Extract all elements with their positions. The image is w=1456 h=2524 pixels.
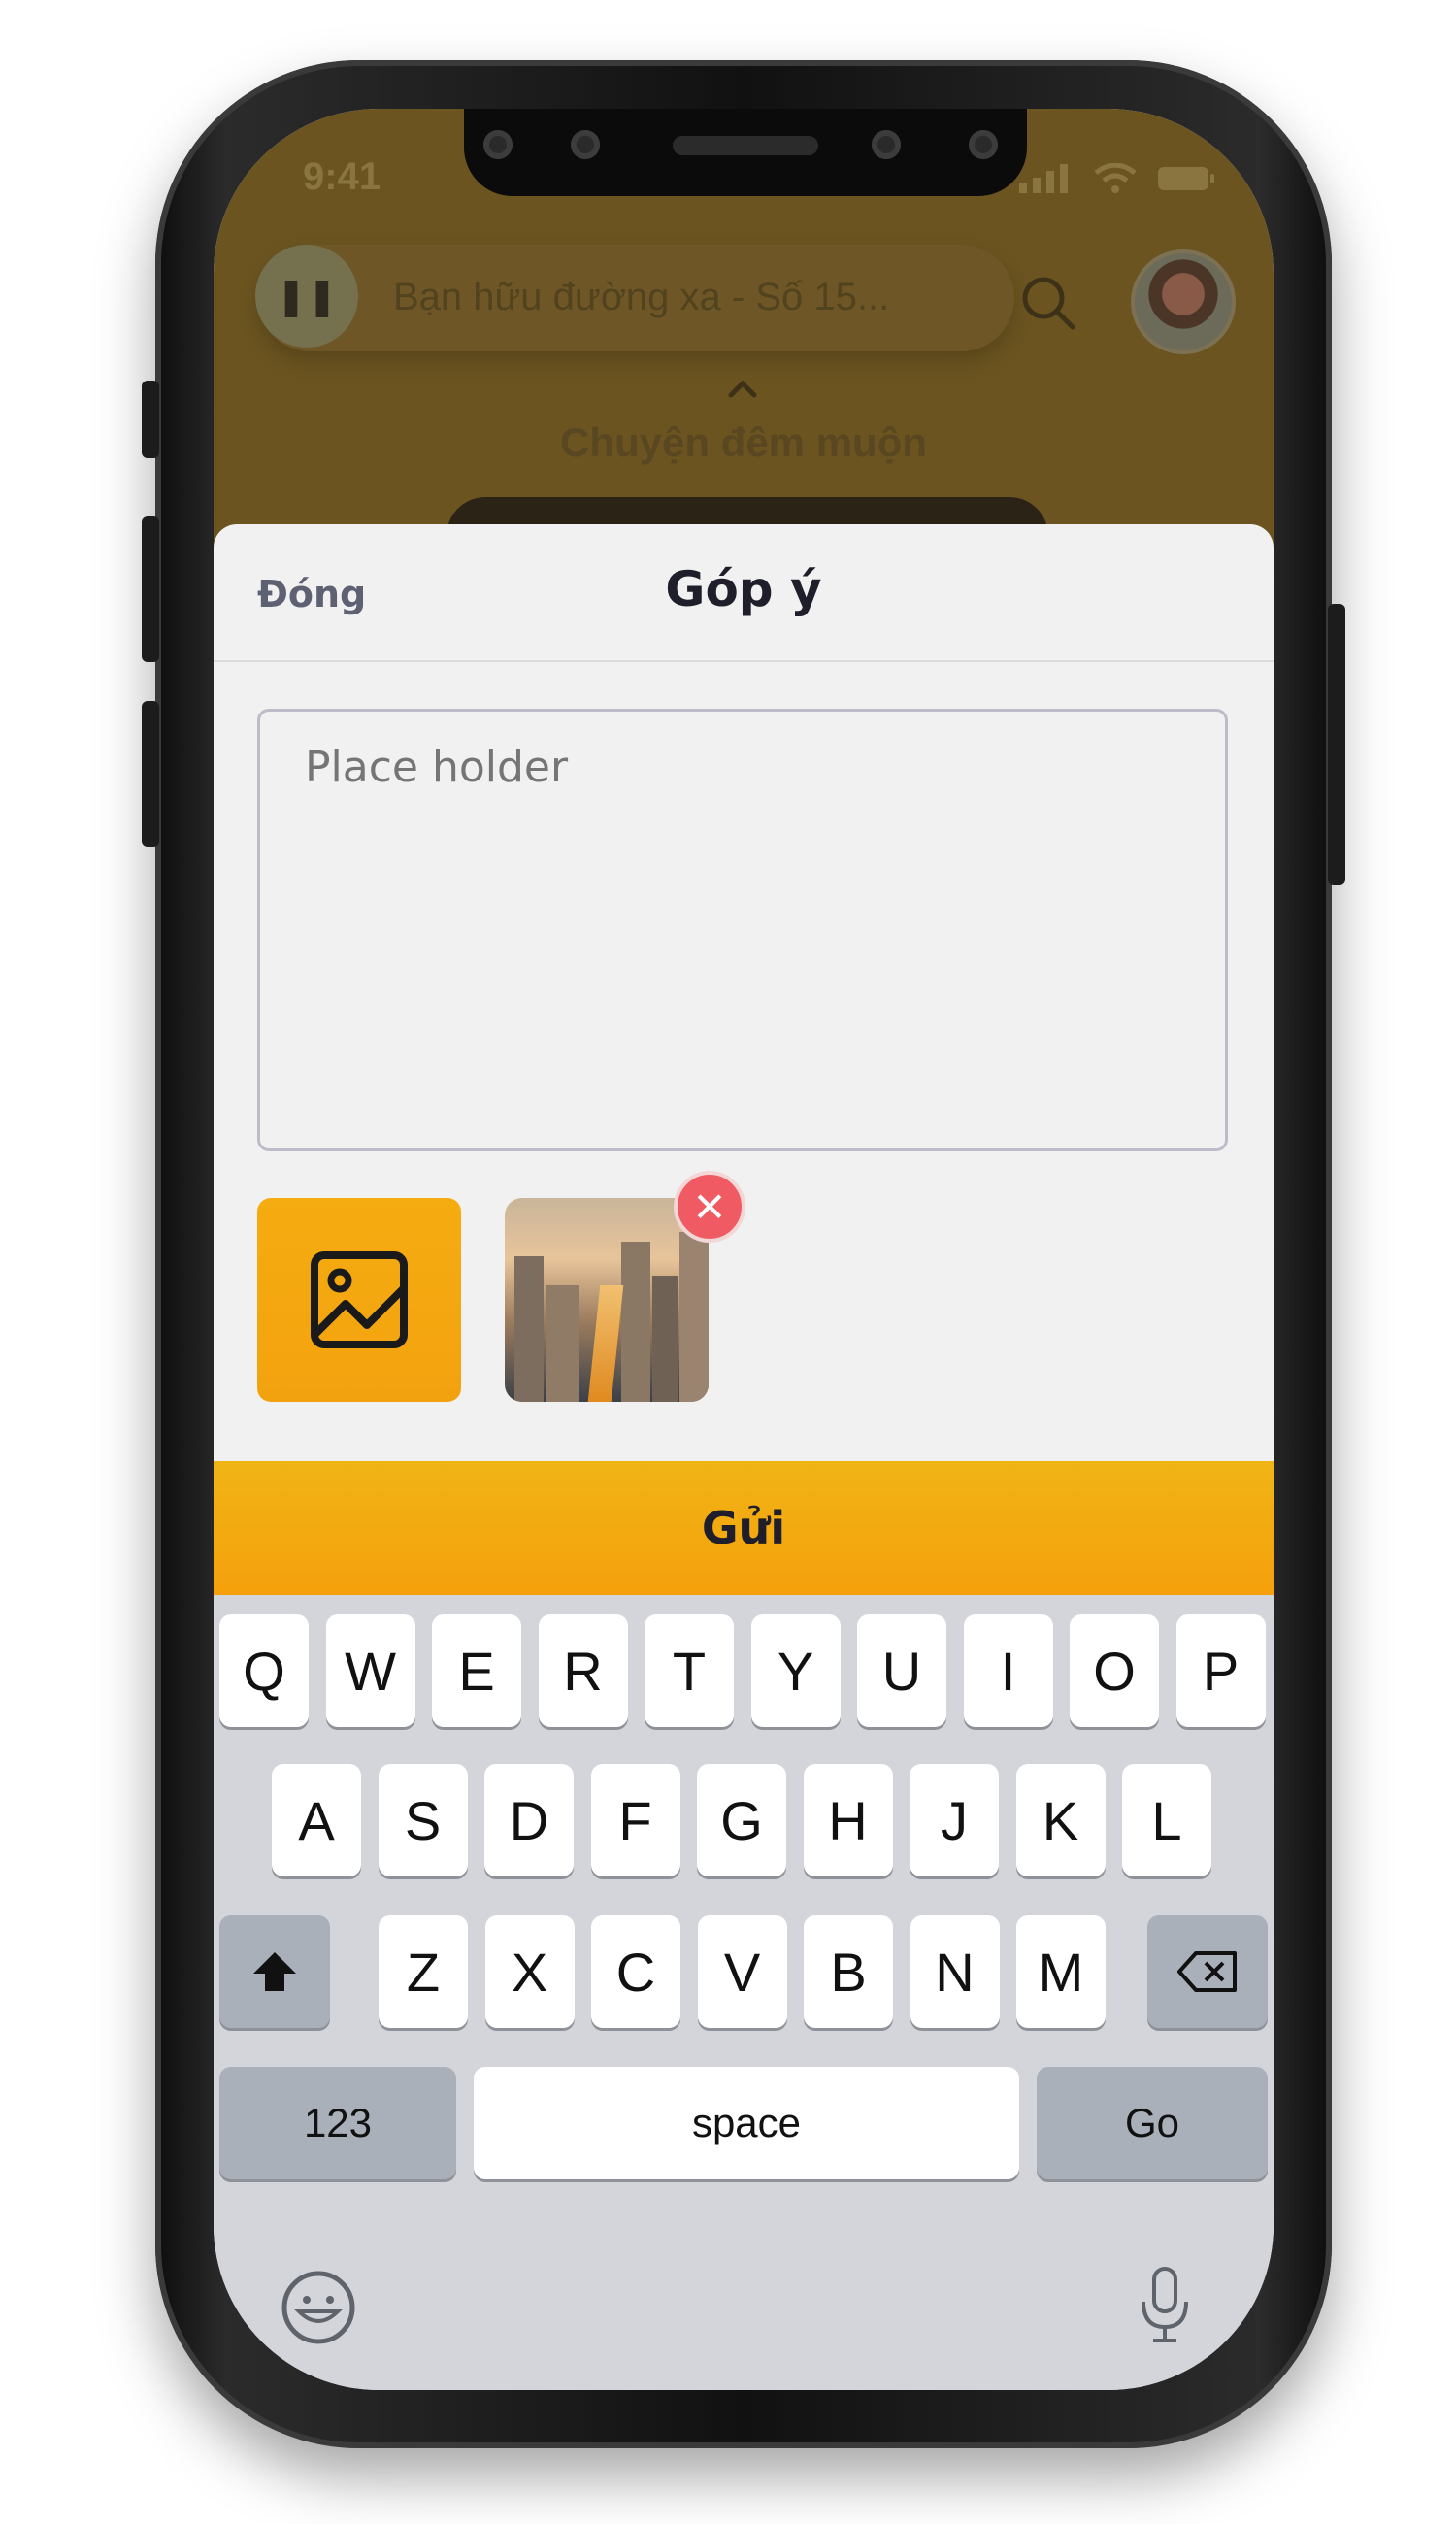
close-icon: ✕	[692, 1182, 727, 1231]
key-r[interactable]: R	[538, 1614, 628, 1727]
earpiece-speaker	[673, 136, 818, 155]
on-screen-keyboard: QWERTYUIOP ASDFGHJKL ZXCVBNM 123 space G…	[214, 1595, 1274, 2390]
avatar[interactable]	[1131, 249, 1236, 354]
space-key[interactable]: space	[474, 2067, 1019, 2179]
key-u[interactable]: U	[857, 1614, 946, 1727]
key-s[interactable]: S	[378, 1764, 468, 1876]
emoji-icon[interactable]	[280, 2269, 357, 2346]
battery-icon	[1158, 166, 1214, 190]
key-o[interactable]: O	[1070, 1614, 1159, 1727]
status-time: 9:41	[303, 155, 381, 198]
sensor-dot	[571, 130, 600, 159]
phone-side-button	[142, 381, 159, 458]
key-c[interactable]: C	[591, 1915, 680, 2028]
key-d[interactable]: D	[484, 1764, 574, 1876]
feedback-input[interactable]	[257, 709, 1228, 1151]
key-z[interactable]: Z	[379, 1915, 468, 2028]
backspace-icon	[1177, 1951, 1237, 1992]
signal-icon	[1019, 163, 1069, 193]
key-m[interactable]: M	[1016, 1915, 1106, 2028]
phone-power-button	[1328, 604, 1345, 885]
thumbnail-building	[546, 1285, 579, 1402]
sheet-header: Đóng Góp ý	[214, 524, 1274, 662]
key-l[interactable]: L	[1122, 1764, 1211, 1876]
shift-key[interactable]	[219, 1915, 330, 2028]
backspace-key[interactable]	[1147, 1915, 1268, 2028]
thumbnail-building	[621, 1242, 650, 1402]
pause-icon: ❚❚	[276, 275, 338, 317]
key-q[interactable]: Q	[219, 1614, 309, 1727]
sheet-title: Góp ý	[665, 561, 822, 617]
mini-player[interactable]: ❚❚ Bạn hữu đường xa - Số 15...	[255, 245, 1014, 351]
thumbnail-building	[679, 1232, 709, 1402]
feedback-sheet: Đóng Góp ý ✕	[214, 524, 1274, 1495]
key-i[interactable]: I	[963, 1614, 1053, 1727]
key-f[interactable]: F	[590, 1764, 680, 1876]
screen: 9:41 ❚❚ Bạn hữu đường xa - Số 15... Chuy…	[214, 109, 1274, 2390]
status-icons	[1019, 157, 1215, 196]
thumbnail-building	[514, 1256, 544, 1402]
sensor-dot	[872, 130, 901, 159]
search-icon[interactable]	[1019, 274, 1077, 332]
key-g[interactable]: G	[697, 1764, 786, 1876]
thumbnail-street	[587, 1285, 624, 1402]
microphone-icon[interactable]	[1136, 2265, 1194, 2346]
submit-button[interactable]: Gửi	[214, 1461, 1274, 1595]
shift-icon	[253, 1952, 296, 1991]
key-b[interactable]: B	[804, 1915, 893, 2028]
key-y[interactable]: Y	[750, 1614, 841, 1727]
image-icon	[311, 1251, 408, 1348]
key-p[interactable]: P	[1175, 1614, 1266, 1727]
chevron-up-icon[interactable]	[728, 379, 757, 398]
key-n[interactable]: N	[910, 1915, 1000, 2028]
key-t[interactable]: T	[645, 1614, 734, 1727]
thumbnail-building	[652, 1276, 678, 1402]
phone-volume-down-button	[142, 701, 159, 847]
phone-volume-up-button	[142, 516, 159, 662]
key-k[interactable]: K	[1015, 1764, 1106, 1876]
section-title: Chuyện đêm muộn	[559, 419, 928, 465]
key-w[interactable]: W	[325, 1614, 415, 1727]
wifi-icon	[1094, 162, 1137, 193]
camera-dot	[969, 130, 998, 159]
key-h[interactable]: H	[803, 1764, 893, 1876]
remove-image-button[interactable]: ✕	[674, 1171, 745, 1243]
sensor-dot	[483, 130, 513, 159]
go-key[interactable]: Go	[1037, 2067, 1268, 2179]
key-j[interactable]: J	[910, 1764, 999, 1876]
pause-button[interactable]: ❚❚	[255, 245, 358, 348]
attached-image-thumbnail[interactable]	[505, 1198, 709, 1402]
key-x[interactable]: X	[484, 1915, 575, 2028]
now-playing-title: Bạn hữu đường xa - Số 15...	[393, 276, 890, 318]
camera-notch	[464, 109, 1027, 196]
key-v[interactable]: V	[697, 1915, 787, 2028]
key-a[interactable]: A	[272, 1764, 361, 1876]
add-image-button[interactable]	[257, 1198, 461, 1402]
numbers-key[interactable]: 123	[219, 2067, 456, 2179]
key-e[interactable]: E	[432, 1614, 521, 1727]
